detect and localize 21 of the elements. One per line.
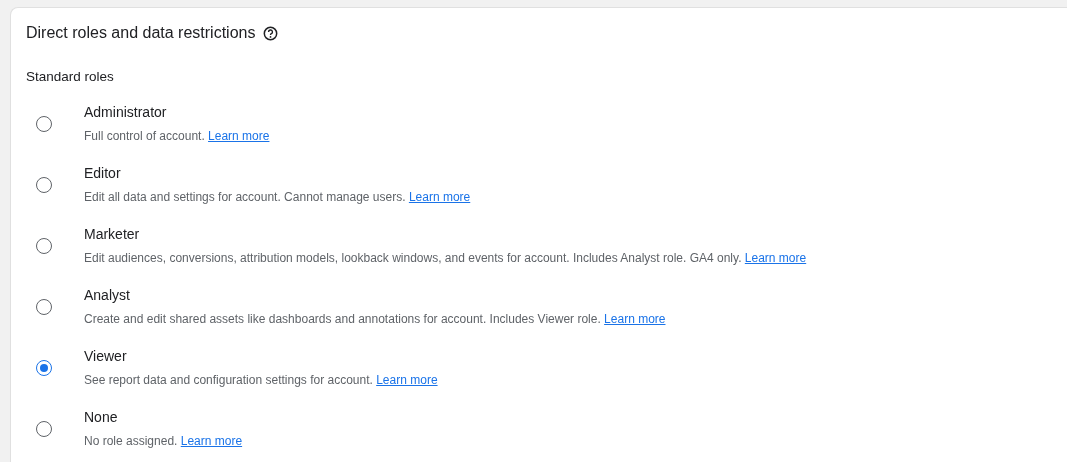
subsection-label: Standard roles: [26, 69, 115, 84]
role-description: Edit all data and settings for account. Cannot manage users. Learn more: [84, 190, 471, 204]
role-description: Edit audiences, conversions, attribution models, lookback windows, and events for account. Includes Analyst role. GA4 only. Learn more: [84, 251, 807, 265]
learn-more-link[interactable]: Learn more: [208, 129, 270, 143]
learn-more-link[interactable]: Learn more: [604, 312, 666, 326]
learn-more-link[interactable]: Learn more: [376, 373, 438, 387]
role-name: Viewer: [84, 348, 128, 364]
section-title: Direct roles and data restrictions: [26, 24, 256, 42]
help-icon[interactable]: [263, 25, 279, 41]
role-name: Analyst: [84, 287, 131, 303]
role-name: Marketer: [84, 226, 141, 242]
role-name: Administrator: [84, 104, 168, 120]
learn-more-link[interactable]: Learn more: [744, 251, 807, 265]
learn-more-link[interactable]: Learn more: [408, 190, 471, 204]
role-description: Full control of account. Learn more: [84, 129, 270, 143]
role-description: No role assigned. Learn more: [84, 434, 243, 448]
role-description: Create and edit shared assets like dashboards and annotations for account. Includes Viewer role. Learn more: [84, 312, 666, 326]
role-name: Editor: [84, 165, 122, 181]
role-description: See report data and configuration settings for account. Learn more: [84, 373, 438, 387]
role-name: None: [84, 409, 119, 425]
learn-more-link[interactable]: Learn more: [180, 434, 243, 448]
